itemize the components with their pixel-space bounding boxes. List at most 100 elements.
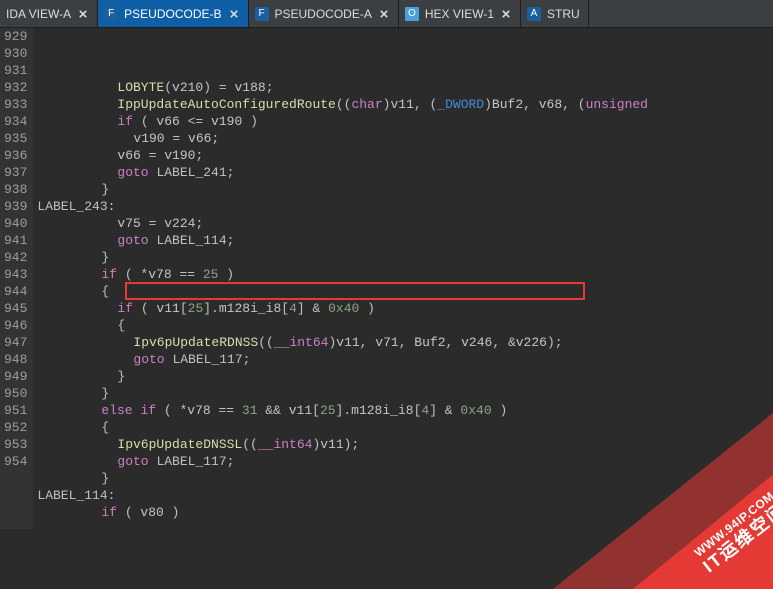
token: LABEL_117 (172, 352, 242, 367)
token: if (101, 505, 117, 520)
code-line[interactable]: goto LABEL_117; (37, 351, 648, 368)
token: ) (484, 97, 492, 112)
tab-ida-view-a[interactable]: IDA VIEW-A (0, 0, 98, 27)
line-number: 938 (4, 181, 27, 198)
token: , & (492, 335, 515, 350)
code-line[interactable]: Ipv6pUpdateDNSSL((__int64)v11); (37, 436, 648, 453)
token: _DWORD (437, 97, 484, 112)
token: ) (218, 267, 234, 282)
tab-label: PSEUDOCODE-B (124, 7, 221, 21)
token: v188 (234, 80, 265, 95)
token: v224 (164, 216, 195, 231)
token: == (172, 267, 203, 282)
code-line[interactable]: if ( *v78 == 25 ) (37, 266, 648, 283)
code-line[interactable]: if ( v11[25].m128i_i8[4] & 0x40 ) (37, 300, 648, 317)
token: (( (336, 97, 352, 112)
tab-label: IDA VIEW-A (6, 7, 71, 21)
token: 25 (188, 301, 204, 316)
line-number: 941 (4, 232, 27, 249)
token: ) = (203, 80, 234, 95)
token: ); (344, 437, 360, 452)
code-line[interactable]: Ipv6pUpdateRDNSS((__int64)v11, v71, Buf2… (37, 334, 648, 351)
hex-icon: O (405, 7, 419, 21)
code-line[interactable]: if ( v80 ) (37, 504, 648, 521)
code-line[interactable]: v66 = v190; (37, 147, 648, 164)
code-line[interactable]: LOBYTE(v210) = v188; (37, 79, 648, 96)
close-icon[interactable] (500, 8, 512, 20)
token: Buf2 (492, 97, 523, 112)
code-line[interactable]: { (37, 283, 648, 300)
token: && (258, 403, 289, 418)
code-line[interactable]: IppUpdateAutoConfiguredRoute((char)v11, … (37, 96, 648, 113)
close-icon[interactable] (228, 8, 240, 20)
token: v226 (516, 335, 547, 350)
token: == (211, 403, 242, 418)
token: ]. (336, 403, 352, 418)
code-line[interactable]: v190 = v66; (37, 130, 648, 147)
code-line[interactable]: goto LABEL_114; (37, 232, 648, 249)
tab-pseudocode-b[interactable]: F PSEUDOCODE-B (98, 0, 248, 27)
token: unsigned (586, 97, 648, 112)
token: 0x40 (460, 403, 491, 418)
token: v66 (156, 114, 179, 129)
token: ( (117, 505, 140, 520)
close-icon[interactable] (77, 8, 89, 20)
code-area[interactable]: LOBYTE(v210) = v188;IppUpdateAutoConfigu… (33, 28, 648, 529)
token: Ipv6pUpdateDNSSL (117, 437, 242, 452)
token: char (351, 97, 382, 112)
line-number: 932 (4, 79, 27, 96)
code-line[interactable]: if ( v66 <= v190 ) (37, 113, 648, 130)
token: = (141, 216, 164, 231)
token: goto (117, 233, 148, 248)
line-number: 954 (4, 453, 27, 470)
code-editor[interactable]: 9299309319329339349359369379389399409419… (0, 28, 773, 529)
token: [ (180, 301, 188, 316)
token: ); (547, 335, 563, 350)
token: 25 (320, 403, 336, 418)
structures-icon: A (527, 7, 541, 21)
tab-label: STRU (547, 7, 580, 21)
token: ) (164, 505, 180, 520)
code-line[interactable]: else if ( *v78 == 31 && v11[25].m128i_i8… (37, 402, 648, 419)
token: } (101, 182, 109, 197)
tab-pseudocode-a[interactable]: F PSEUDOCODE-A (249, 0, 399, 27)
token: else (101, 403, 132, 418)
token: m128i_i8 (219, 301, 281, 316)
token: v11 (390, 97, 413, 112)
token: v66 (188, 131, 211, 146)
code-line[interactable]: { (37, 419, 648, 436)
line-number: 953 (4, 436, 27, 453)
tab-structures[interactable]: A STRU (521, 0, 589, 27)
token: 31 (242, 403, 258, 418)
token: ; (227, 454, 235, 469)
code-line[interactable]: } (37, 249, 648, 266)
line-number: 945 (4, 300, 27, 317)
close-icon[interactable] (378, 8, 390, 20)
code-line[interactable]: LABEL_114: (37, 487, 648, 504)
token: 25 (203, 267, 219, 282)
token: , (360, 335, 376, 350)
token: if (117, 301, 133, 316)
token: } (101, 471, 109, 486)
token: goto (133, 352, 164, 367)
pseudocode-icon: F (104, 7, 118, 21)
code-line[interactable]: v75 = v224; (37, 215, 648, 232)
code-line[interactable]: } (37, 368, 648, 385)
line-number: 935 (4, 130, 27, 147)
code-line[interactable]: goto LABEL_117; (37, 453, 648, 470)
tab-label: PSEUDOCODE-A (275, 7, 372, 21)
code-line[interactable]: } (37, 385, 648, 402)
token: ( * (156, 403, 187, 418)
tab-hex-view-1[interactable]: O HEX VIEW-1 (399, 0, 521, 27)
code-line[interactable]: LABEL_243: (37, 198, 648, 215)
code-line[interactable]: goto LABEL_241; (37, 164, 648, 181)
token: , ( (414, 97, 437, 112)
token: ]. (203, 301, 219, 316)
code-line[interactable]: } (37, 470, 648, 487)
token: <= (180, 114, 211, 129)
token: ; (211, 131, 219, 146)
code-line[interactable]: { (37, 317, 648, 334)
token: ; (195, 148, 203, 163)
token: ; (266, 80, 274, 95)
code-line[interactable]: } (37, 181, 648, 198)
